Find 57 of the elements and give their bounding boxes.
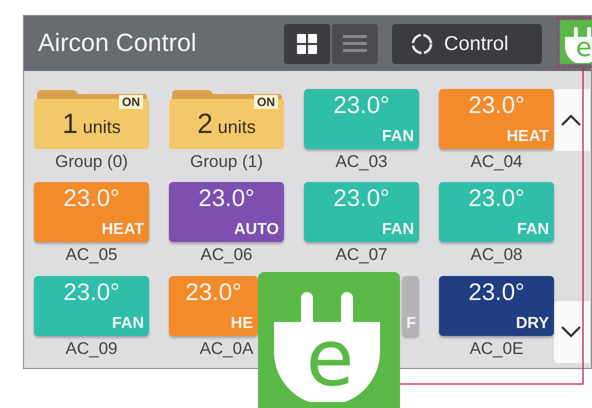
list-icon: [343, 34, 367, 54]
unit-count: 2 units: [196, 107, 257, 141]
ac-tile[interactable]: 23.0° FAN: [34, 276, 149, 336]
ac-tile[interactable]: 23.0° AUTO: [169, 182, 284, 242]
status-badge: ON: [254, 95, 278, 109]
mode-label: HE: [230, 314, 253, 333]
refresh-icon: [410, 32, 434, 56]
temperature: 23.0°: [62, 278, 121, 307]
unit-count: 1 units: [61, 107, 122, 141]
ac-tile[interactable]: 23.0° FAN: [439, 182, 554, 242]
temperature: 23.0°: [184, 278, 243, 307]
mode-label: FAN: [382, 128, 414, 146]
unit-name: AC_06: [200, 244, 252, 266]
unit-name: AC_0E: [470, 338, 524, 360]
temperature: 23.0°: [332, 92, 391, 120]
unit-name: AC_05: [66, 244, 118, 266]
logo-letter: e: [576, 36, 592, 62]
chevron-down-icon: [560, 325, 582, 339]
ac-tile[interactable]: 23.0° HEAT: [439, 89, 554, 149]
scroll-down-button[interactable]: [554, 301, 590, 363]
control-button[interactable]: Control: [392, 24, 542, 64]
unit-name: AC_0A: [198, 338, 254, 360]
mode-label: HEAT: [102, 221, 144, 240]
temperature: 23.0°: [197, 185, 256, 214]
mode-label: F: [406, 314, 416, 333]
unit-name: AC_04: [470, 151, 522, 173]
unit-name: AC_07: [336, 244, 388, 266]
ac-tile[interactable]: 23.0° FAN: [304, 182, 419, 242]
logo-letter: e: [306, 320, 354, 398]
unit-name: AC_03: [336, 151, 388, 173]
mode-label: FAN: [112, 314, 144, 333]
mode-label: FAN: [517, 221, 549, 240]
unit-name: Group (1): [190, 151, 263, 173]
ac-tile[interactable]: 23.0° FAN: [304, 89, 419, 149]
ac-tile[interactable]: 23.0° HEAT: [34, 182, 149, 242]
temperature: 23.0°: [467, 92, 526, 120]
unit-name: Group (0): [55, 151, 128, 173]
mode-label: AUTO: [234, 221, 279, 240]
temperature: 23.0°: [467, 185, 526, 214]
scroll-up-button[interactable]: [554, 89, 590, 151]
grid-icon: [296, 32, 318, 54]
temperature: 23.0°: [332, 185, 391, 214]
ac-tile[interactable]: 23.0° HE: [169, 276, 258, 336]
plug-icon: [565, 26, 592, 63]
mode-label: HEAT: [506, 128, 549, 146]
ac-tile[interactable]: 23.0° DRY: [439, 276, 554, 336]
ac-tile[interactable]: F: [402, 276, 419, 336]
grid-view-button[interactable]: [284, 24, 330, 64]
unit-name: AC_08: [470, 244, 522, 266]
mode-label: DRY: [516, 314, 549, 333]
screen-title: Aircon Control: [38, 28, 198, 59]
temperature: 23.0°: [62, 185, 121, 214]
status-badge: ON: [119, 95, 143, 109]
unit-name: AC_09: [66, 338, 118, 360]
temperature: 23.0°: [467, 278, 526, 307]
mode-label: FAN: [382, 221, 414, 240]
chevron-up-icon: [560, 113, 582, 127]
